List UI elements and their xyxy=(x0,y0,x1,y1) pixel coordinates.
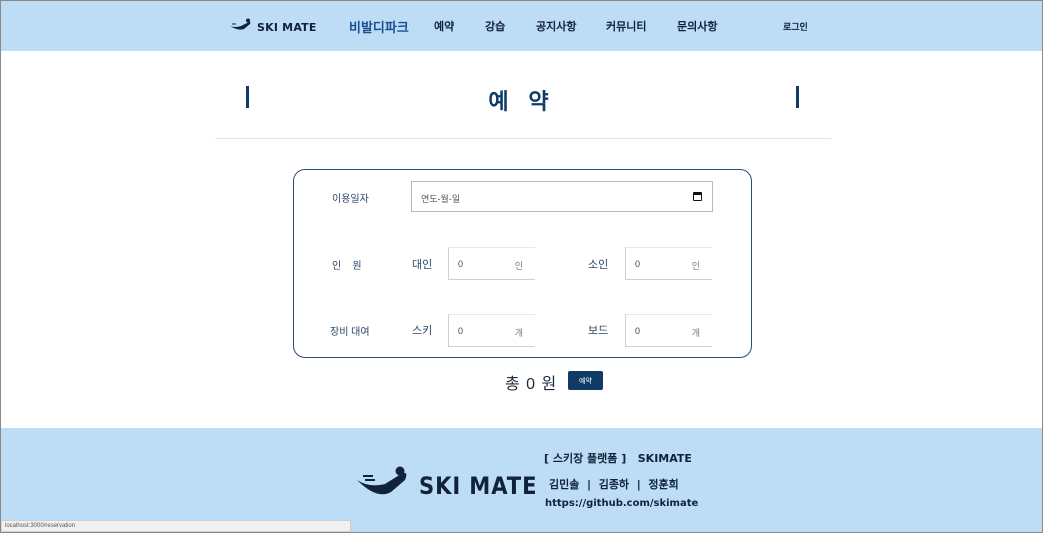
title-divider xyxy=(215,138,831,139)
nav-vivaldi-park[interactable]: 비발디파크 xyxy=(349,17,409,36)
ski-count-value: 0 xyxy=(458,326,464,336)
nav-community[interactable]: 커뮤니티 xyxy=(606,18,646,34)
footer: SKI MATE [ 스키장 플랫폼 ] SKIMATE 김민솔 | 김종하 |… xyxy=(1,428,1042,532)
calendar-icon[interactable] xyxy=(693,192,702,201)
footer-members: 김민솔 | 김종하 | 정훈희 xyxy=(549,478,679,491)
date-placeholder: 연도-월-일 xyxy=(421,194,461,204)
board-count-input[interactable]: 0 개 xyxy=(625,314,712,347)
footer-platform: [ 스키장 플랫폼 ] SKIMATE xyxy=(544,452,692,465)
board-unit: 개 xyxy=(691,328,700,338)
browser-status-bar: localhost:3000/reservation xyxy=(1,520,351,532)
nav-notices[interactable]: 공지사항 xyxy=(536,18,576,34)
footer-brand: SKI MATE xyxy=(419,471,538,500)
adult-label: 대인 xyxy=(412,259,433,271)
snowboarder-icon xyxy=(229,18,253,37)
header-logo[interactable]: SKI MATE xyxy=(229,18,317,37)
people-label: 인 원 xyxy=(332,261,362,272)
footer-logo: SKI MATE xyxy=(355,466,554,505)
header-brand: SKI MATE xyxy=(257,21,317,34)
snowboarder-icon xyxy=(355,466,411,505)
nav-lessons[interactable]: 강습 xyxy=(485,18,505,34)
top-navbar: SKI MATE 비발디파크 예약 강습 공지사항 커뮤니티 문의사항 로그인 xyxy=(1,1,1042,51)
page-title-bar: 예 약 xyxy=(0,84,1043,115)
adult-count-value: 0 xyxy=(458,259,464,269)
page-title: 예 약 xyxy=(488,90,555,115)
child-count-input[interactable]: 0 인 xyxy=(625,247,712,280)
ski-label: 스키 xyxy=(412,325,433,337)
reservation-form: 이용일자 연도-월-일 인 원 대인 0 인 소인 0 인 장비 대여 스키 0… xyxy=(293,169,752,358)
date-label: 이용일자 xyxy=(332,194,369,205)
rental-label: 장비 대여 xyxy=(330,327,370,338)
nav-reservation[interactable]: 예약 xyxy=(434,18,454,34)
board-count-value: 0 xyxy=(635,326,641,336)
nav-inquiries[interactable]: 문의사항 xyxy=(677,18,717,34)
login-link[interactable]: 로그인 xyxy=(783,20,808,33)
reserve-button[interactable]: 예약 xyxy=(568,371,603,390)
child-unit: 인 xyxy=(691,261,700,271)
date-input[interactable]: 연도-월-일 xyxy=(411,181,713,212)
child-count-value: 0 xyxy=(635,259,641,269)
board-label: 보드 xyxy=(588,325,609,337)
ski-unit: 개 xyxy=(514,328,523,338)
title-right-mark xyxy=(796,86,799,108)
total-price: 총 0 원 xyxy=(505,376,558,393)
adult-unit: 인 xyxy=(514,261,523,271)
child-label: 소인 xyxy=(588,259,609,271)
footer-github-link[interactable]: https://github.com/skimate xyxy=(545,498,698,509)
ski-count-input[interactable]: 0 개 xyxy=(448,314,535,347)
adult-count-input[interactable]: 0 인 xyxy=(448,247,535,280)
